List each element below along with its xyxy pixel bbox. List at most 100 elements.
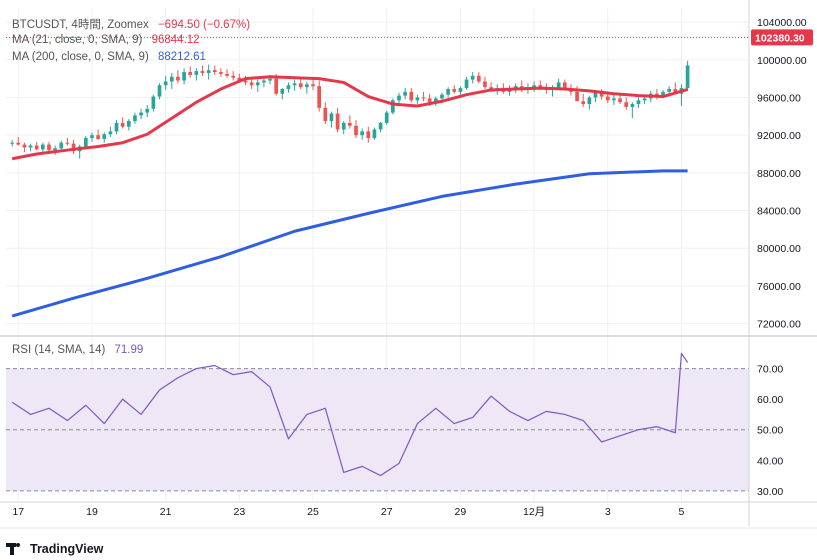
candle-body [636,100,641,105]
candle-body [59,142,64,149]
candle [685,60,690,91]
candle-body [182,72,186,81]
candle-body [280,89,285,94]
time-tick-label: 17 [12,506,24,518]
candle [212,65,217,75]
candle-body [581,101,586,105]
candle [305,81,309,94]
candle-body [476,75,481,82]
candle [28,143,33,152]
candle [581,93,586,107]
candle [366,126,371,143]
candle-body [151,96,156,109]
time-tick-label: 3 [605,506,611,518]
candle-body [624,102,629,107]
candle [397,92,401,104]
candle [194,68,199,81]
candle-body [440,94,444,99]
candle [630,102,635,119]
candle [323,102,328,124]
candle-body [335,113,340,130]
candle [483,76,487,90]
candle-body [348,122,352,126]
candle [188,66,193,78]
candle [151,94,156,112]
candle-body [188,72,193,75]
candle-body [305,84,309,88]
time-tick-label: 29 [455,506,467,518]
candle [587,95,592,110]
candle [47,141,51,152]
candle [636,97,641,108]
legend-change: −694.50 (−0.67%) [157,19,251,31]
candle-body [618,98,622,103]
candle-body [292,83,297,86]
candle-body [249,82,254,86]
candle-body [612,98,616,101]
candle-body [409,91,414,101]
candle-body [323,107,328,122]
candle-body [556,82,561,89]
legend-symbol: BTCUSDT, 4時間, Zoomex [12,19,149,31]
legend-ma21-value: 96844.12 [151,34,200,46]
candle-body [16,142,21,145]
candle [59,140,64,151]
candle [139,108,143,120]
candle [532,81,536,92]
candle-body [231,75,236,78]
price-tick-label: 84000.00 [757,206,801,218]
candle-body [145,108,150,113]
time-tick-label: 12月 [523,506,545,518]
candle-body [176,76,180,81]
time-tick-label: 25 [307,506,319,518]
price-tick-label: 104000.00 [757,17,807,29]
candle-body [378,122,383,130]
candle-body [274,78,279,94]
candle-body [225,73,229,76]
candle-body [83,138,88,147]
candle-body [286,85,291,90]
candle-body [212,70,217,73]
candle [102,132,107,143]
candle-body [22,144,27,148]
candle [470,72,475,84]
candle-body [464,79,469,89]
candle-body [397,95,401,101]
rsi-tick-label: 50.00 [757,425,783,437]
price-tick-label: 92000.00 [757,130,801,142]
price-tick-label: 96000.00 [757,92,801,104]
candle-body [562,82,567,89]
candle-body [108,131,113,135]
candle-body [360,131,364,136]
candle-body [427,98,432,103]
tradingview-brand[interactable]: TradingView [6,542,103,556]
candle [219,68,223,77]
candle [384,110,389,125]
candle [65,138,70,146]
candle-body [605,96,610,101]
candle-body [630,104,635,107]
candle-body [421,97,426,99]
price-tick-label: 76000.00 [757,281,801,293]
candle [182,68,186,85]
candle [77,144,82,159]
candle [34,141,39,151]
chart-svg[interactable]: 104000.00 100000.00 96000.00 92000.00 88000.… [0,0,817,560]
candle-body [102,134,107,139]
candle-body [587,97,592,105]
candle [71,139,76,155]
candle-body [458,88,463,92]
candle-body [268,78,272,81]
candle [10,139,14,147]
rsi-tick-label: 30.00 [757,486,783,498]
legend-ma21-row: MA (21, close, 0, SMA, 9) 96844.12 [12,34,200,46]
candle [126,119,131,131]
legend-ma200-row: MA (200, close, 0, SMA, 9) 88212.61 [12,51,206,63]
legend-ma200-label: MA (200, close, 0, SMA, 9) [12,51,149,63]
candle [169,73,174,90]
time-tick-label: 19 [86,506,98,518]
candle-body [366,131,371,138]
candle-body [169,76,174,82]
candle [612,94,616,106]
candle [206,64,211,80]
